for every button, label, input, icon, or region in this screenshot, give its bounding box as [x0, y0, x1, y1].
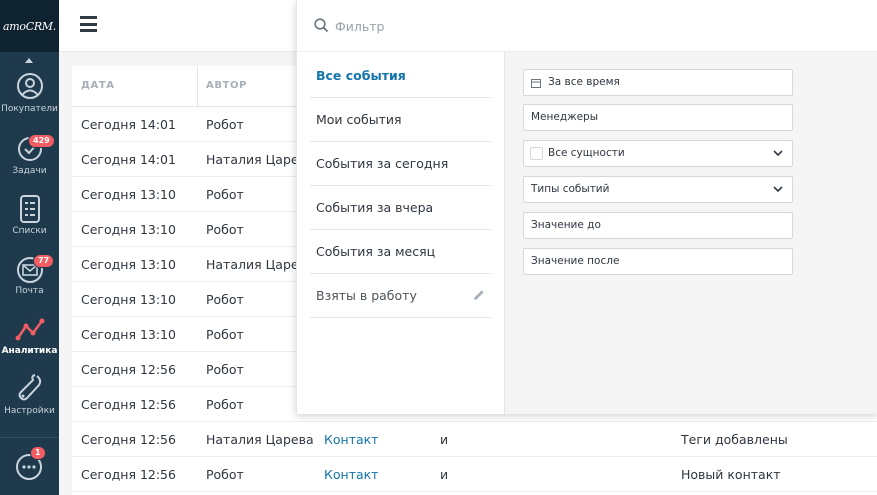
search-icon [314, 18, 329, 33]
row-author: Робот [206, 362, 244, 377]
filter-search-input[interactable] [335, 16, 835, 36]
sidebar-item-analytics[interactable]: Аналитика [0, 316, 59, 372]
preset-all-events[interactable]: Все события [310, 54, 491, 98]
preset-label: События за месяц [316, 244, 436, 259]
value-before-field[interactable]: Значение до [523, 212, 793, 239]
mail-count-badge: 77 [33, 254, 55, 268]
analytics-icon [15, 318, 44, 341]
row-author: Наталия Царева [206, 432, 314, 447]
sidebar-item-lists[interactable]: Списки [0, 194, 59, 250]
row-name: и [440, 467, 449, 482]
value-after-field[interactable]: Значение после [523, 248, 793, 275]
row-date: Сегодня 12:56 [81, 432, 176, 447]
row-event: Теги добавлены [681, 432, 788, 447]
managers-placeholder: Менеджеры [531, 111, 598, 123]
row-author: Робот [206, 327, 244, 342]
row-author: Робот [206, 117, 244, 132]
sidebar-item-label: Покупатели [1, 104, 58, 114]
sidebar-item-customers[interactable]: Покупатели [0, 72, 59, 128]
column-header-date[interactable]: ДАТА [81, 66, 115, 106]
tasks-count-badge: 429 [28, 134, 55, 148]
event-types-select[interactable]: Типы событий [523, 176, 793, 203]
value-before-placeholder: Значение до [531, 219, 601, 231]
period-select[interactable]: За все время [523, 69, 793, 96]
row-name: и [440, 432, 449, 447]
entities-value: Все сущности [548, 147, 625, 159]
preset-month-events[interactable]: События за месяц [310, 230, 491, 274]
table-row[interactable]: Сегодня 12:56 Робот Контакт и Новый контакт [72, 457, 877, 492]
scroll-up-icon[interactable] [25, 58, 33, 63]
row-date: Сегодня 13:10 [81, 257, 176, 272]
event-types-value: Типы событий [531, 183, 610, 195]
value-after-placeholder: Значение после [531, 255, 620, 267]
amocrm-logo[interactable]: amoCRM. [0, 0, 59, 52]
preset-my-events[interactable]: Мои события [310, 98, 491, 142]
edit-pencil-icon[interactable] [473, 289, 485, 301]
table-row[interactable]: Сегодня 12:56 Наталия Царева Контакт и Теги … [72, 422, 877, 457]
row-date: Сегодня 12:56 [81, 362, 176, 377]
chat-button[interactable]: 1 [14, 446, 46, 486]
managers-select[interactable]: Менеджеры [523, 104, 793, 131]
sidebar-item-label: Аналитика [1, 346, 58, 356]
sidebar-item-label: Почта [15, 286, 44, 296]
filter-presets: Все события Мои события События за сегод… [297, 52, 504, 414]
row-author: Робот [206, 187, 244, 202]
row-entity-link[interactable]: Контакт [324, 422, 378, 457]
sidebar-item-label: Настройки [4, 406, 55, 416]
customers-icon [16, 73, 43, 99]
row-author: Робот [206, 222, 244, 237]
calendar-icon [531, 79, 541, 88]
chevron-down-icon [773, 186, 783, 193]
column-header-author[interactable]: АВТОР [206, 66, 247, 106]
sidebar-divider [0, 437, 59, 438]
preset-label: События за вчера [316, 200, 434, 215]
sidebar-item-tasks[interactable]: Задачи 429 [0, 134, 59, 190]
row-date: Сегодня 12:56 [81, 397, 176, 412]
row-event: Новый контакт [681, 467, 781, 482]
row-date: Сегодня 14:01 [81, 117, 176, 132]
menu-icon[interactable] [80, 16, 97, 32]
filter-fields: За все время Менеджеры Все сущности Типы… [504, 52, 877, 414]
sidebar-item-label: Задачи [12, 166, 47, 176]
preset-yesterday-events[interactable]: События за вчера [310, 186, 491, 230]
preset-label: События за сегодня [316, 156, 449, 171]
preset-label: Взяты в работу [316, 288, 417, 303]
row-date: Сегодня 13:10 [81, 327, 176, 342]
preset-today-events[interactable]: События за сегодня [310, 142, 491, 186]
row-author: Робот [206, 397, 244, 412]
row-date: Сегодня 13:10 [81, 222, 176, 237]
filter-panel: Все события Мои события События за сегод… [296, 0, 877, 414]
filter-search-bar [297, 0, 877, 52]
row-date: Сегодня 14:01 [81, 152, 176, 167]
chat-count-badge: 1 [30, 446, 46, 460]
row-author: Робот [206, 467, 244, 482]
row-date: Сегодня 13:10 [81, 187, 176, 202]
preset-taken-to-work[interactable]: Взяты в работу [310, 274, 491, 318]
lists-icon [19, 195, 40, 223]
preset-label: Мои события [316, 112, 402, 127]
preset-label: Все события [316, 68, 406, 83]
row-date: Сегодня 12:56 [81, 467, 176, 482]
chevron-down-icon [773, 150, 783, 157]
column-separator [197, 66, 198, 106]
sidebar-item-settings[interactable]: Настройки [0, 372, 59, 428]
sidebar-item-label: Списки [12, 226, 47, 236]
entities-select[interactable]: Все сущности [523, 140, 793, 167]
period-value: За все время [548, 76, 620, 88]
row-date: Сегодня 13:10 [81, 292, 176, 307]
row-entity-link[interactable]: Контакт [324, 457, 378, 492]
sidebar: amoCRM. Покупатели Задачи 429 Списки Поч… [0, 0, 59, 495]
row-author: Робот [206, 292, 244, 307]
entities-checkbox[interactable] [530, 147, 543, 160]
settings-icon [18, 374, 41, 401]
sidebar-item-mail[interactable]: Почта 77 [0, 254, 59, 312]
